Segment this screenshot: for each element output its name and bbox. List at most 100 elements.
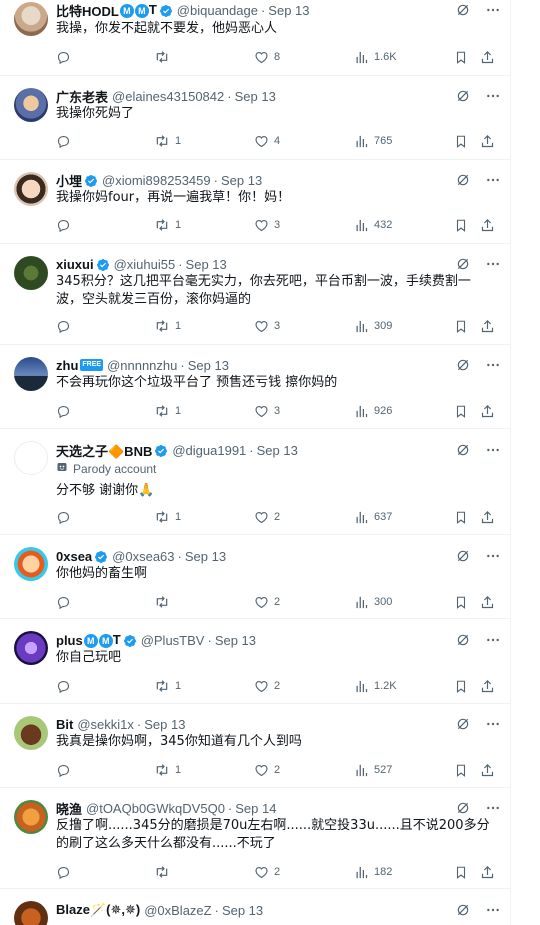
retweet-button[interactable]: 1 xyxy=(154,318,181,334)
display-name[interactable]: 广东老表 xyxy=(56,87,108,106)
bookmark-button[interactable] xyxy=(454,865,468,880)
reply-button[interactable] xyxy=(56,404,76,419)
retweet-button[interactable]: 1 xyxy=(154,403,181,419)
share-button[interactable] xyxy=(480,218,495,233)
share-button[interactable] xyxy=(480,319,495,334)
avatar[interactable] xyxy=(14,172,48,206)
timestamp[interactable]: Sep 13 xyxy=(268,3,309,18)
more-icon[interactable] xyxy=(485,716,501,732)
bookmark-button[interactable] xyxy=(454,763,468,778)
timestamp[interactable]: Sep 13 xyxy=(222,903,263,918)
avatar[interactable] xyxy=(14,547,48,581)
views-button[interactable]: 309 xyxy=(354,319,392,334)
views-button[interactable]: 300 xyxy=(354,595,392,610)
user-handle[interactable]: @tOAQb0GWkqDV5Q0 xyxy=(86,801,225,816)
display-name[interactable]: plus xyxy=(56,633,83,648)
grok-icon[interactable] xyxy=(455,2,471,18)
avatar[interactable] xyxy=(14,2,48,36)
like-button[interactable]: 3 xyxy=(254,319,280,334)
like-button[interactable]: 4 xyxy=(254,134,280,149)
views-button[interactable]: 432 xyxy=(354,218,392,233)
user-handle[interactable]: @sekki1x xyxy=(77,717,134,732)
views-button[interactable]: 1.6K xyxy=(354,50,397,65)
views-button[interactable]: 527 xyxy=(354,763,392,778)
bookmark-button[interactable] xyxy=(454,50,468,65)
bookmark-button[interactable] xyxy=(454,134,468,149)
share-button[interactable] xyxy=(480,404,495,419)
reply-tweet[interactable]: 天选之子🔶BNB @digua1991 · Sep 13 Parody account… xyxy=(0,429,511,535)
user-handle[interactable]: @elaines43150842 xyxy=(112,89,224,104)
more-icon[interactable] xyxy=(485,357,501,373)
user-handle[interactable]: @PlusTBV xyxy=(141,633,205,648)
grok-icon[interactable] xyxy=(455,800,471,816)
like-button[interactable]: 2 xyxy=(254,595,280,610)
views-button[interactable]: 765 xyxy=(354,134,392,149)
display-name[interactable]: 晓渔 xyxy=(56,799,82,818)
grok-icon[interactable] xyxy=(455,548,471,564)
more-icon[interactable] xyxy=(485,548,501,564)
retweet-button[interactable] xyxy=(154,594,175,610)
bookmark-button[interactable] xyxy=(454,595,468,610)
views-button[interactable]: 926 xyxy=(354,404,392,419)
avatar[interactable] xyxy=(14,88,48,122)
like-button[interactable]: 2 xyxy=(254,679,280,694)
share-button[interactable] xyxy=(480,50,495,65)
timestamp[interactable]: Sep 13 xyxy=(144,717,185,732)
retweet-button[interactable] xyxy=(154,49,175,65)
reply-tweet[interactable]: 晓渔 @tOAQb0GWkqDV5Q0 · Sep 14 反撸了啊......345分… xyxy=(0,788,511,889)
reply-tweet[interactable]: 比特HODL M M T @biquandage · Sep 13 我操，你发不起就不要发，… xyxy=(0,0,511,76)
share-button[interactable] xyxy=(480,679,495,694)
bookmark-button[interactable] xyxy=(454,404,468,419)
timestamp[interactable]: Sep 13 xyxy=(188,358,229,373)
reply-button[interactable] xyxy=(56,50,76,65)
user-handle[interactable]: @biquandage xyxy=(177,3,258,18)
retweet-button[interactable]: 1 xyxy=(154,217,181,233)
user-handle[interactable]: @xiomi898253459 xyxy=(102,173,211,188)
user-handle[interactable]: @xiuhui55 xyxy=(114,257,176,272)
share-button[interactable] xyxy=(480,763,495,778)
more-icon[interactable] xyxy=(485,800,501,816)
bookmark-button[interactable] xyxy=(454,679,468,694)
more-icon[interactable] xyxy=(485,902,501,918)
avatar[interactable] xyxy=(14,800,48,834)
share-button[interactable] xyxy=(480,510,495,525)
bookmark-button[interactable] xyxy=(454,510,468,525)
like-button[interactable]: 3 xyxy=(254,404,280,419)
grok-icon[interactable] xyxy=(455,442,471,458)
reply-button[interactable] xyxy=(56,134,76,149)
timestamp[interactable]: Sep 13 xyxy=(215,633,256,648)
reply-tweet[interactable]: Bit @sekki1x · Sep 13 我真是操你妈啊，345你知道有几个人到吗 … xyxy=(0,704,511,788)
user-handle[interactable]: @0xBlazeZ xyxy=(144,903,211,918)
reply-button[interactable] xyxy=(56,679,76,694)
like-button[interactable]: 8 xyxy=(254,50,280,65)
display-name[interactable]: Bit xyxy=(56,717,73,732)
reply-tweet[interactable]: xiuxui @xiuhui55 · Sep 13 345积分？这几把平台毫无实力，你… xyxy=(0,244,511,345)
reply-tweet[interactable]: 小埋 @xiomi898253459 · Sep 13 我操你妈four，再说一遍我草… xyxy=(0,160,511,244)
display-name[interactable]: 0xsea xyxy=(56,549,92,564)
reply-tweet[interactable]: Blaze🪄(✵,✵) @0xBlazeZ · Sep 13 xyxy=(0,889,511,925)
retweet-button[interactable]: 1 xyxy=(154,133,181,149)
reply-button[interactable] xyxy=(56,319,76,334)
avatar[interactable] xyxy=(14,901,48,925)
bookmark-button[interactable] xyxy=(454,319,468,334)
more-icon[interactable] xyxy=(485,172,501,188)
avatar[interactable] xyxy=(14,631,48,665)
display-name[interactable]: xiuxui xyxy=(56,257,94,272)
like-button[interactable]: 3 xyxy=(254,218,280,233)
timestamp[interactable]: Sep 13 xyxy=(185,549,226,564)
user-handle[interactable]: @digua1991 xyxy=(172,443,246,458)
reply-button[interactable] xyxy=(56,218,76,233)
views-button[interactable]: 637 xyxy=(354,510,392,525)
more-icon[interactable] xyxy=(485,88,501,104)
display-name[interactable]: zhu xyxy=(56,358,78,373)
display-name[interactable]: 天选之子🔶BNB xyxy=(56,441,152,460)
avatar[interactable] xyxy=(14,441,48,475)
like-button[interactable]: 2 xyxy=(254,510,280,525)
like-button[interactable]: 2 xyxy=(254,763,280,778)
share-button[interactable] xyxy=(480,595,495,610)
avatar[interactable] xyxy=(14,716,48,750)
views-button[interactable]: 1.2K xyxy=(354,679,397,694)
reply-tweet[interactable]: 0xsea @0xsea63 · Sep 13 你他妈的畜生啊 2 300 xyxy=(0,535,511,619)
retweet-button[interactable]: 1 xyxy=(154,762,181,778)
reply-tweet[interactable]: zhu FREE @nnnnnzhu · Sep 13 不会再玩你这个垃圾平台了 预售还… xyxy=(0,345,511,429)
